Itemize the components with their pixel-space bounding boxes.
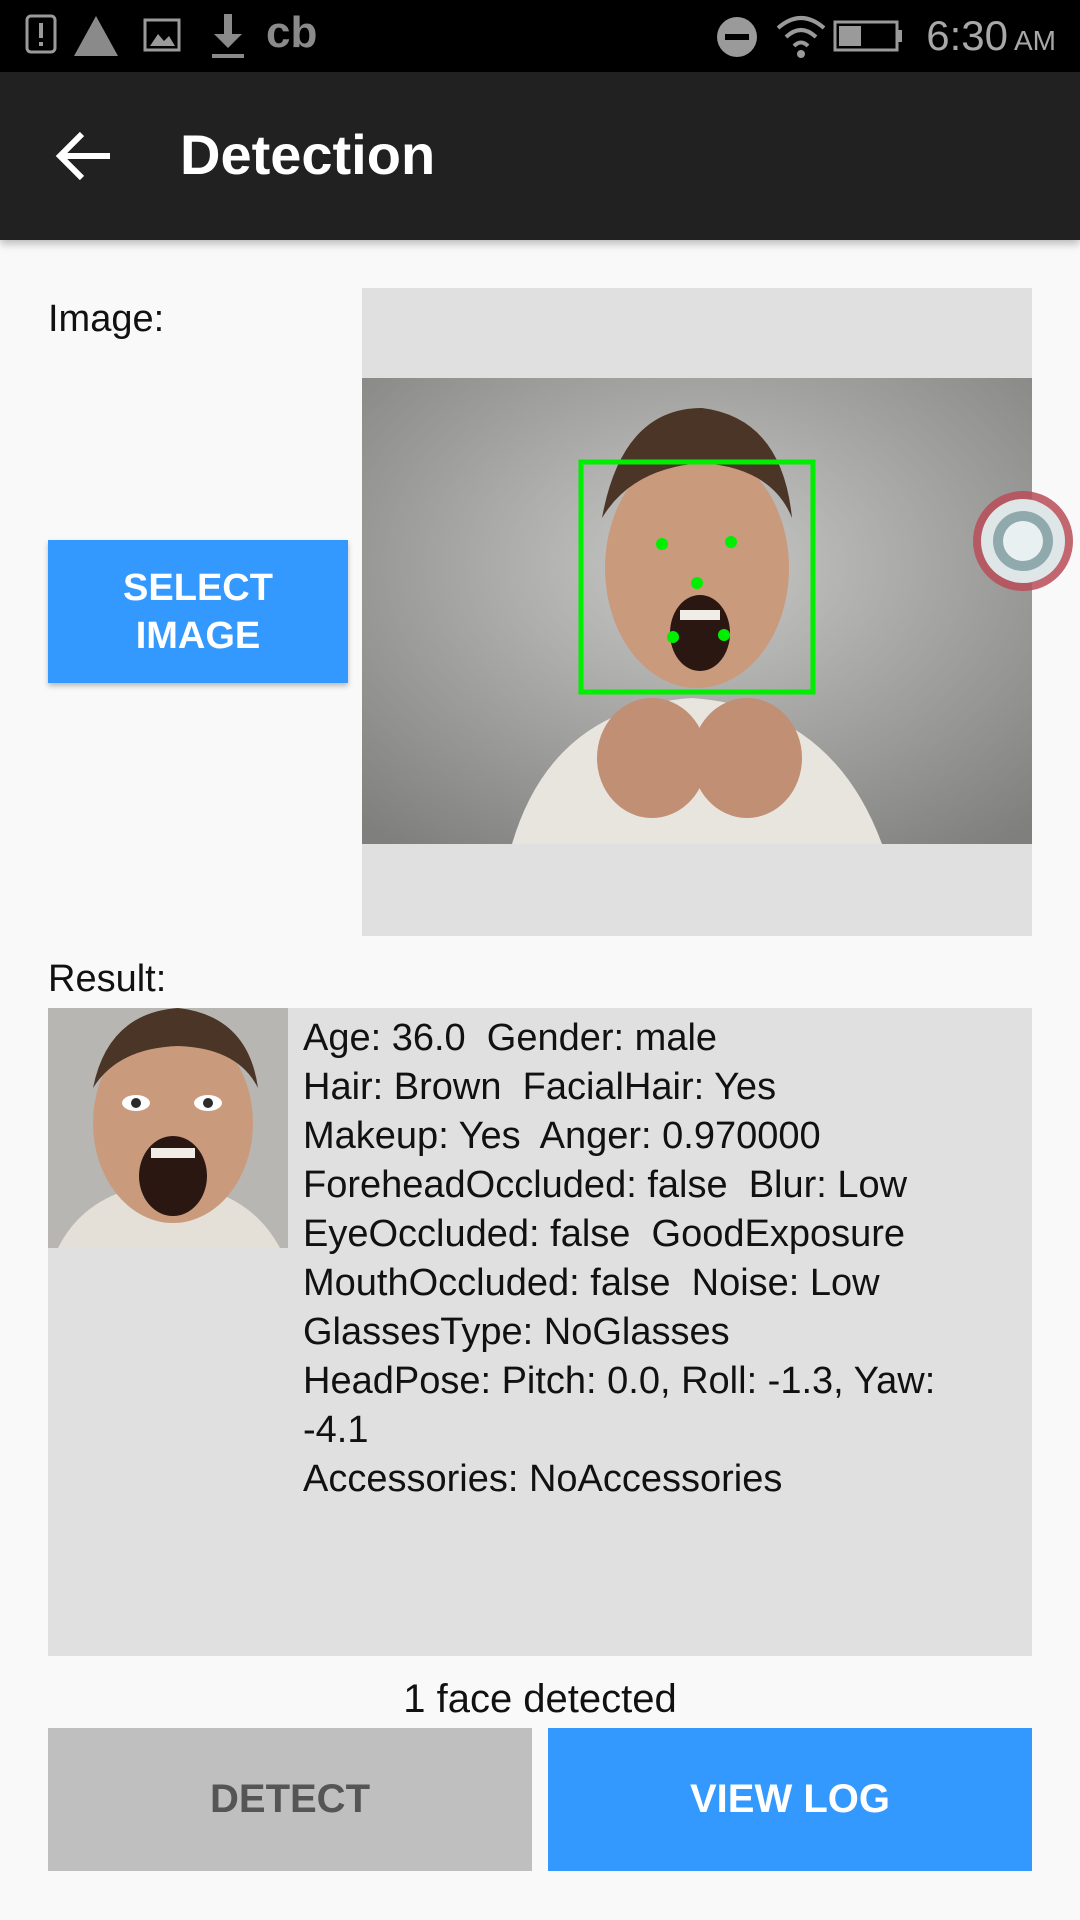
image-icon — [143, 18, 181, 52]
result-line: EyeOccluded: false GoodExposure — [303, 1213, 906, 1255]
battery-icon — [833, 20, 902, 52]
warning-triangle-icon — [74, 16, 118, 56]
result-line: Age: 36.0 Gender: male — [303, 1017, 718, 1059]
select-image-button[interactable]: SELECT IMAGE — [48, 540, 348, 683]
result-line: ForeheadOccluded: false Blur: Low — [303, 1164, 908, 1206]
wifi-icon — [776, 16, 826, 58]
alert-icon — [25, 14, 57, 54]
result-details: Age: 36.0 Gender: male Hair: Brown Facia… — [303, 1014, 1023, 1504]
face-thumbnail — [48, 1008, 288, 1248]
touch-indicator-icon — [973, 491, 1073, 591]
status-clock: 6:30 AM — [926, 12, 1056, 60]
do-not-disturb-icon — [717, 17, 757, 57]
result-line: HeadPose: Pitch: 0.0, Roll: -1.3, Yaw: — [303, 1360, 936, 1402]
app-bar: Detection — [0, 72, 1080, 240]
cb-icon: cb — [266, 8, 318, 57]
result-line: Accessories: NoAccessories — [303, 1458, 783, 1500]
arrow-back-icon — [55, 131, 110, 181]
result-line: GlassesType: NoGlasses — [303, 1311, 730, 1353]
clock-time: 6:30 — [926, 12, 1008, 59]
result-line: MouthOccluded: false Noise: Low — [303, 1262, 880, 1304]
result-line: Makeup: Yes Anger: 0.970000 — [303, 1115, 821, 1157]
face-count-status: 1 face detected — [403, 1677, 677, 1721]
page-title: Detection — [180, 123, 436, 186]
detected-photo — [362, 378, 1032, 844]
view-log-button[interactable]: VIEW LOG — [548, 1728, 1032, 1871]
detect-button[interactable]: DETECT — [48, 1728, 532, 1871]
download-icon — [212, 14, 244, 58]
result-line: Hair: Brown FacialHair: Yes — [303, 1066, 777, 1108]
image-label: Image: — [48, 298, 165, 340]
result-line: -4.1 — [303, 1409, 369, 1451]
back-button[interactable] — [44, 114, 128, 198]
clock-ampm: AM — [1014, 25, 1056, 56]
result-label: Result: — [48, 958, 167, 1000]
status-bar: cb 6:30 AM — [0, 0, 1080, 72]
